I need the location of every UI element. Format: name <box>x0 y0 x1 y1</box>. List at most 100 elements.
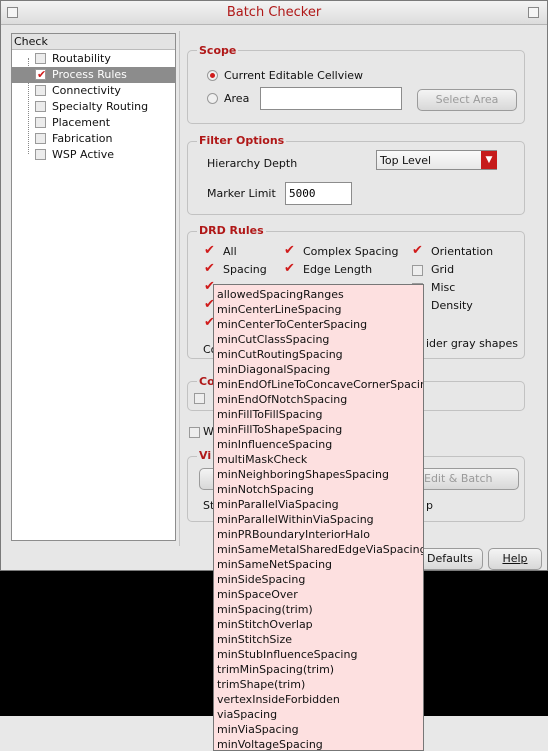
tree-item-routability[interactable]: Routability <box>12 51 175 67</box>
dropdown-item[interactable]: minCenterLineSpacing <box>217 302 341 317</box>
tree-item-label: Connectivity <box>52 84 121 97</box>
grid-checkbox[interactable] <box>412 265 423 276</box>
orientation-checkbox[interactable]: ✔ <box>412 243 423 258</box>
area-input[interactable] <box>260 87 402 110</box>
area-label: Area <box>224 92 250 105</box>
tree-item-specialty-routing[interactable]: Specialty Routing <box>12 99 175 115</box>
check-mark-icon: ✔ <box>284 243 295 258</box>
consider-gray-shapes-label: ider gray shapes <box>426 337 519 350</box>
tree-item-connectivity[interactable]: Connectivity <box>12 83 175 99</box>
dropdown-item[interactable]: minDiagonalSpacing <box>217 362 330 377</box>
checkbox-fabrication[interactable] <box>35 133 46 144</box>
tree-item-label: WSP Active <box>52 148 115 161</box>
filter-options-title: Filter Options <box>197 134 287 147</box>
dropdown-item[interactable]: minStubInfluenceSpacing <box>217 647 357 662</box>
window-title: Batch Checker <box>226 5 322 20</box>
dropdown-item[interactable]: minStitchOverlap <box>217 617 313 632</box>
dropdown-item[interactable]: minSideSpacing <box>217 572 305 587</box>
edge-length-label: Edge Length <box>303 263 373 276</box>
checkbox-process-rules[interactable]: ✔ <box>35 68 47 81</box>
checkbox-wsp-active[interactable] <box>35 149 46 160</box>
edit-batch-label: Edit & Batch <box>424 472 493 485</box>
dropdown-item[interactable]: minInfluenceSpacing <box>217 437 332 452</box>
dropdown-item[interactable]: minParallelWithinViaSpacing <box>217 512 374 527</box>
dropdown-item[interactable]: trimMinSpacing(trim) <box>217 662 334 677</box>
checkbox-placement[interactable] <box>35 117 46 128</box>
check-mark-icon: ✔ <box>37 68 47 81</box>
checkbox-connectivity[interactable] <box>35 85 46 96</box>
complex-spacing-checkbox[interactable]: ✔ <box>284 243 295 258</box>
tree-item-label: Specialty Routing <box>52 100 149 113</box>
spacing-checkbox[interactable]: ✔ <box>204 261 215 276</box>
grid-label: Grid <box>431 263 455 276</box>
hidden-group-2-title: Vi <box>197 449 214 462</box>
check-mark-icon: ✔ <box>412 243 423 258</box>
dropdown-item[interactable]: minParallelViaSpacing <box>217 497 339 512</box>
edge-length-checkbox[interactable]: ✔ <box>284 261 295 276</box>
all-checkbox[interactable]: ✔ <box>204 243 215 258</box>
dropdown-item[interactable]: viaSpacing <box>217 707 277 722</box>
dropdown-item[interactable]: minCutClassSpacing <box>217 332 329 347</box>
checkbox-routability[interactable] <box>35 53 46 64</box>
dropdown-item[interactable]: minSpacing(trim) <box>217 602 313 617</box>
rule-dropdown-list[interactable]: allowedSpacingRanges minCenterLineSpacin… <box>213 284 424 751</box>
check-mark-icon: ✔ <box>204 261 215 276</box>
misc-label: Misc <box>431 281 456 294</box>
defaults-label: Defaults <box>427 552 473 565</box>
tree-item-wsp-active[interactable]: WSP Active <box>12 147 175 163</box>
select-area-button[interactable]: Select Area <box>417 89 517 111</box>
tree-header: Check <box>12 34 175 50</box>
scope-title: Scope <box>197 44 239 57</box>
marker-limit-input[interactable] <box>285 182 352 205</box>
help-button[interactable]: Help <box>488 548 542 570</box>
current-cellview-label: Current Editable Cellview <box>224 69 364 82</box>
check-mark-icon: ✔ <box>284 261 295 276</box>
pane-divider[interactable] <box>179 31 180 546</box>
tree-item-label: Placement <box>52 116 111 129</box>
spacing-label: Spacing <box>223 263 267 276</box>
all-label: All <box>223 245 237 258</box>
dropdown-item[interactable]: minViaSpacing <box>217 722 299 737</box>
dropdown-item[interactable]: minSameMetalSharedEdgeViaSpacing <box>217 542 423 557</box>
dropdown-item[interactable]: minCutRoutingSpacing <box>217 347 343 362</box>
tree-item-process-rules[interactable]: ✔ Process Rules <box>12 67 175 83</box>
dropdown-item[interactable]: multiMaskCheck <box>217 452 307 467</box>
check-mark-icon: ✔ <box>204 243 215 258</box>
w-option-checkbox[interactable] <box>189 427 200 438</box>
orientation-label: Orientation <box>431 245 494 258</box>
tree-item-fabrication[interactable]: Fabrication <box>12 131 175 147</box>
current-cellview-radio[interactable] <box>207 70 218 81</box>
dropdown-item[interactable]: allowedSpacingRanges <box>217 287 344 302</box>
drd-rules-title: DRD Rules <box>197 224 266 237</box>
dropdown-item[interactable]: minPRBoundaryInteriorHalo <box>217 527 370 542</box>
dropdown-item[interactable]: minStitchSize <box>217 632 292 647</box>
checkbox-specialty-routing[interactable] <box>35 101 46 112</box>
dropdown-item[interactable]: minNotchSpacing <box>217 482 314 497</box>
tree-item-placement[interactable]: Placement <box>12 115 175 131</box>
title-bar: Batch Checker <box>1 1 547 25</box>
chevron-down-icon: ▼ <box>481 151 497 169</box>
dropdown-item[interactable]: vertexInsideForbidden <box>217 692 340 707</box>
dropdown-item[interactable]: minEndOfLineToConcaveCornerSpacing <box>217 377 423 392</box>
dropdown-item[interactable]: minNeighboringShapesSpacing <box>217 467 389 482</box>
edit-batch-button[interactable]: Edit & Batch <box>419 468 519 490</box>
dropdown-item[interactable]: minEndOfNotchSpacing <box>217 392 347 407</box>
hierarchy-depth-label: Hierarchy Depth <box>207 157 298 170</box>
dropdown-item[interactable]: minSameNetSpacing <box>217 557 332 572</box>
dropdown-item[interactable]: minSpaceOver <box>217 587 298 602</box>
check-tree: Check Routability ✔ Process Rules Connec… <box>11 33 176 541</box>
dropdown-item[interactable]: trimShape(trim) <box>217 677 305 692</box>
hierarchy-depth-select[interactable]: Top Level ▼ <box>376 150 497 170</box>
tree-item-label: Routability <box>52 52 111 65</box>
marker-limit-label: Marker Limit <box>207 187 276 200</box>
area-radio[interactable] <box>207 93 218 104</box>
density-label: Density <box>431 299 473 312</box>
dropdown-item[interactable]: minVoltageSpacing <box>217 737 323 750</box>
partial-p-label: p <box>426 499 433 512</box>
dropdown-item[interactable]: minFillToShapeSpacing <box>217 422 342 437</box>
maximize-icon[interactable] <box>528 7 539 18</box>
dropdown-item[interactable]: minCenterToCenterSpacing <box>217 317 367 332</box>
dropdown-item[interactable]: minFillToFillSpacing <box>217 407 322 422</box>
tree-item-label: Fabrication <box>52 132 113 145</box>
hidden-option-checkbox[interactable] <box>194 393 205 404</box>
